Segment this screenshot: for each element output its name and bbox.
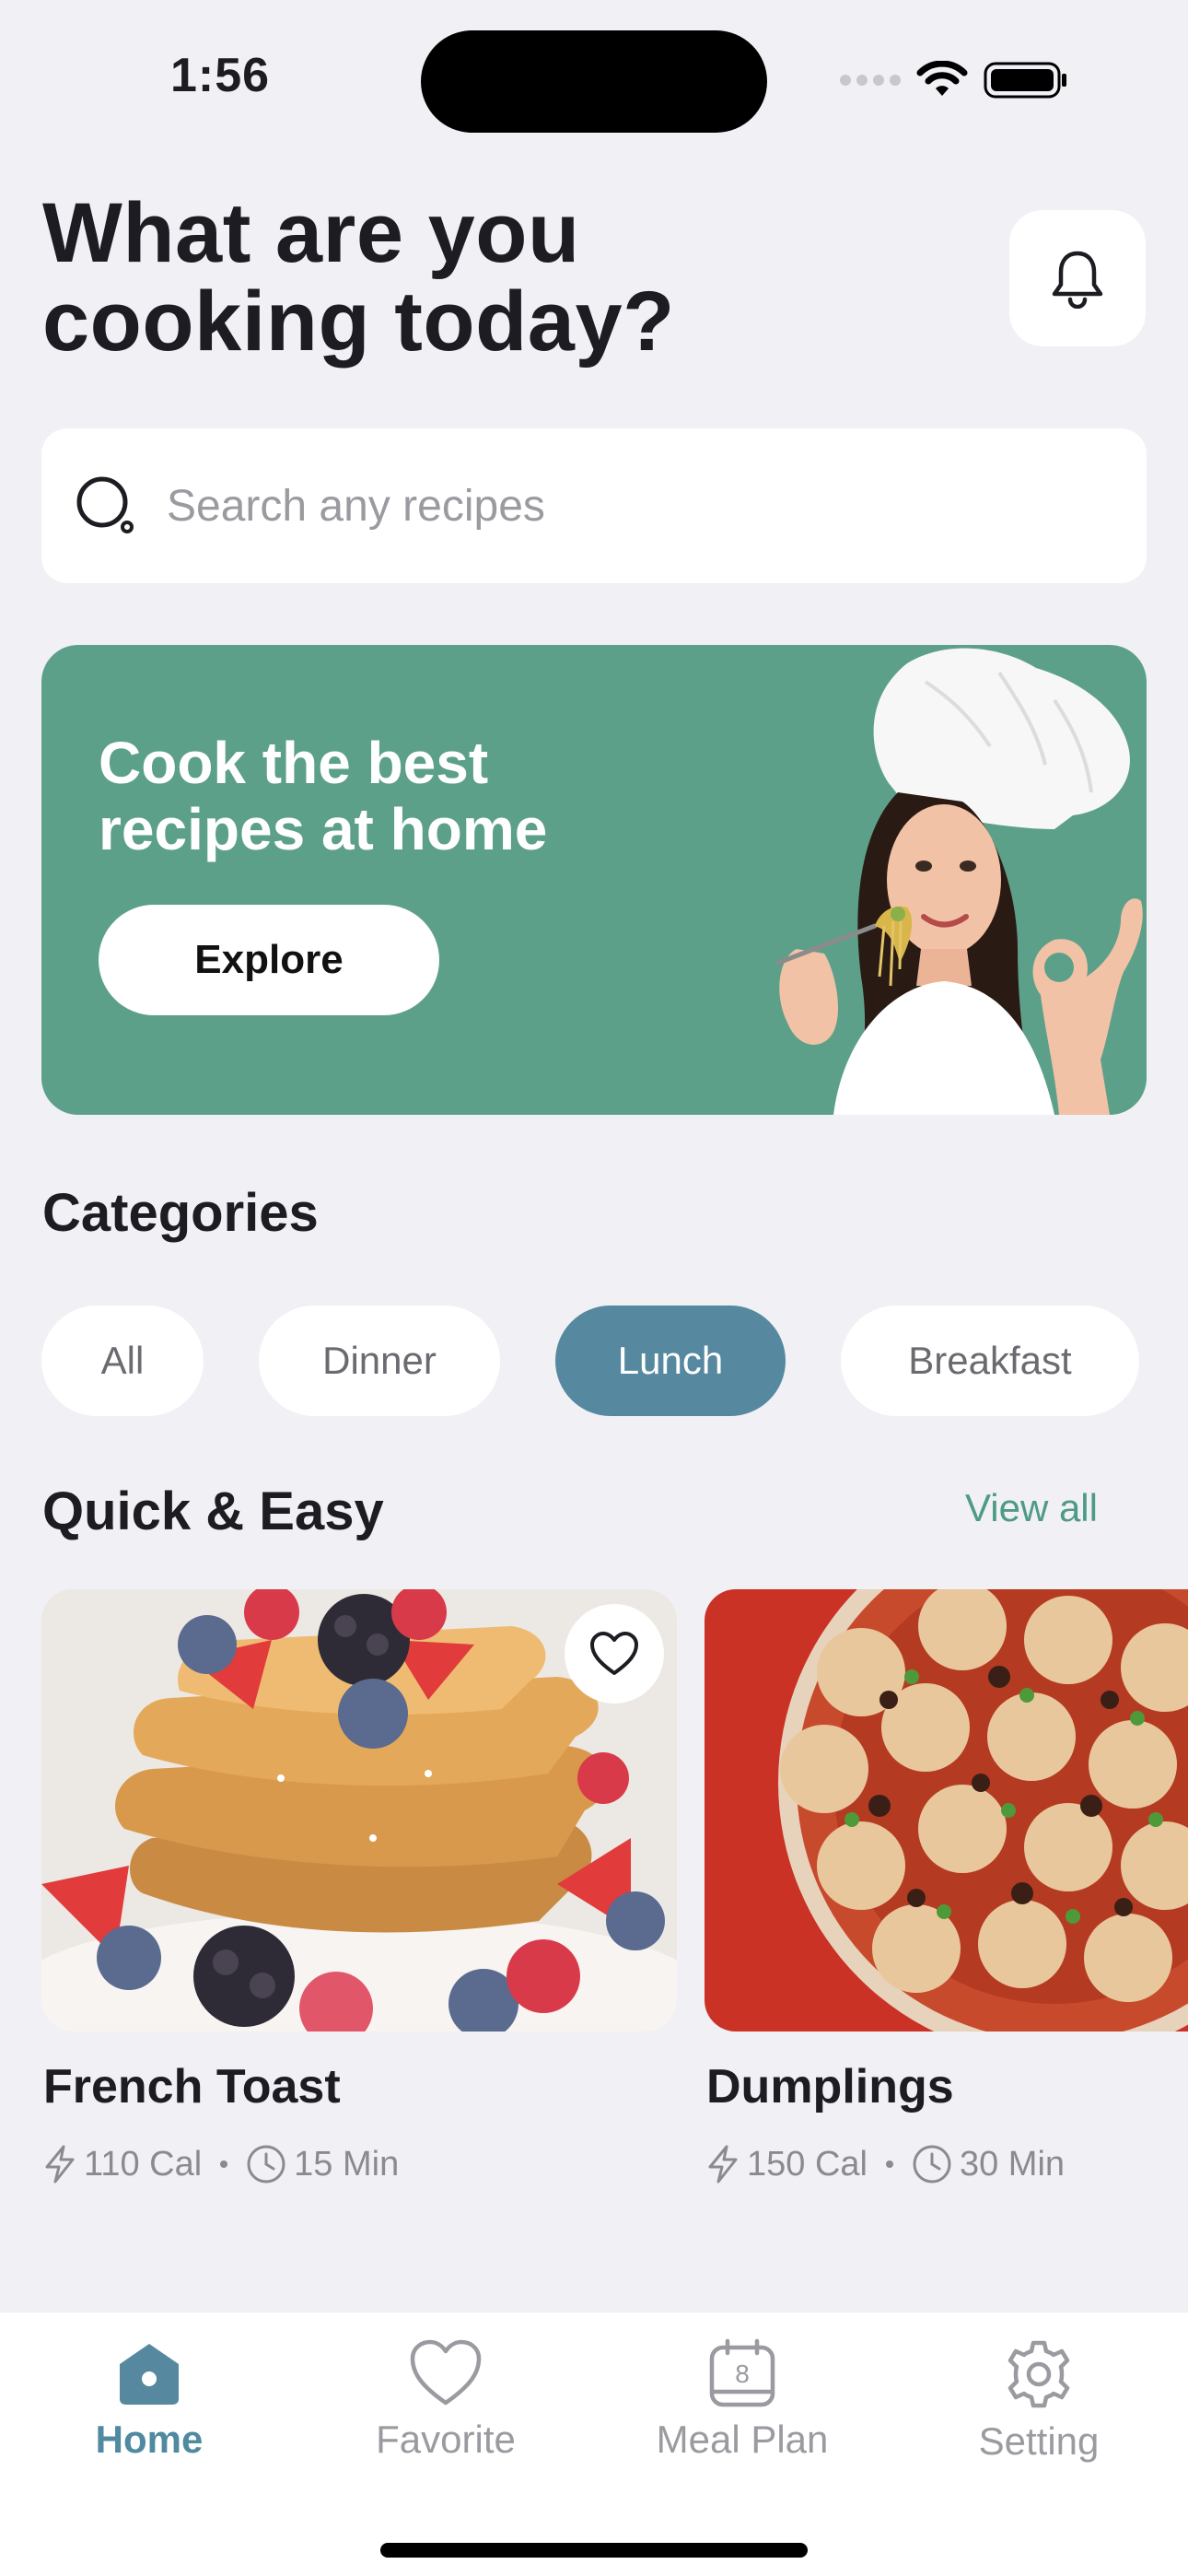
nav-label-home: Home xyxy=(95,2418,204,2461)
clock-icon xyxy=(913,2145,951,2184)
lightning-icon xyxy=(45,2145,75,2184)
recipe-calories: 150 Cal xyxy=(747,2144,868,2184)
recipe-image-french-toast xyxy=(41,1589,677,2032)
cellular-signal-icon xyxy=(840,75,901,86)
promo-banner: Cook the best recipes at home Explore xyxy=(41,645,1147,1115)
status-time: 1:56 xyxy=(170,49,271,102)
recipe-calories: 110 Cal xyxy=(84,2144,203,2184)
bell-icon xyxy=(1052,251,1103,309)
meta-separator xyxy=(885,2160,893,2168)
nav-item-favorite[interactable]: Favorite xyxy=(326,2338,565,2462)
recipe-meta: 150 Cal 30 Min xyxy=(706,2144,1065,2184)
category-chip-dinner[interactable]: Dinner xyxy=(259,1306,500,1416)
categories-heading: Categories xyxy=(42,1183,319,1243)
battery-icon xyxy=(984,62,1066,99)
dumplings-photo xyxy=(705,1589,1188,2032)
nav-item-setting[interactable]: Setting xyxy=(919,2338,1159,2464)
heart-icon xyxy=(590,1632,638,1675)
category-chips: All Dinner Lunch Breakfast xyxy=(41,1306,1139,1416)
recipe-name: Dumplings xyxy=(706,2060,954,2113)
meta-separator xyxy=(220,2160,228,2168)
recipe-card[interactable]: Dumplings 150 Cal 30 Min xyxy=(705,1589,1188,2197)
page-title: What are you cooking today? xyxy=(42,189,871,366)
status-icons xyxy=(840,57,1068,103)
search-input[interactable] xyxy=(167,480,1088,532)
page-title-line1: What are you xyxy=(42,186,580,280)
explore-button[interactable]: Explore xyxy=(99,905,439,1015)
recipe-time: 15 Min xyxy=(294,2144,400,2184)
status-bar: 1:56 xyxy=(0,0,1188,138)
recipe-image-dumplings xyxy=(705,1589,1188,2032)
dynamic-island xyxy=(421,30,767,133)
category-chip-breakfast[interactable]: Breakfast xyxy=(841,1306,1139,1416)
calendar-day-number: 8 xyxy=(735,2359,750,2388)
nav-label-favorite: Favorite xyxy=(376,2418,516,2461)
clock-icon xyxy=(247,2145,285,2184)
nav-label-meal-plan: Meal Plan xyxy=(656,2418,829,2461)
quick-easy-heading: Quick & Easy xyxy=(42,1481,384,1541)
chef-illustration xyxy=(775,648,1143,1115)
category-chip-all[interactable]: All xyxy=(41,1306,204,1416)
home-indicator xyxy=(380,2543,808,2558)
search-icon xyxy=(76,476,134,533)
lightning-icon xyxy=(708,2145,738,2184)
favorite-button[interactable] xyxy=(565,1604,664,1704)
category-chip-lunch[interactable]: Lunch xyxy=(555,1306,786,1416)
recipe-meta: 110 Cal 15 Min xyxy=(43,2144,399,2184)
bottom-nav: Home Favorite 8 Meal Plan Setting xyxy=(0,2313,1188,2576)
nav-item-home[interactable]: Home xyxy=(29,2338,269,2462)
nav-label-setting: Setting xyxy=(978,2419,1100,2463)
heart-icon xyxy=(410,2339,482,2406)
home-icon xyxy=(120,2344,179,2405)
nav-item-meal-plan[interactable]: 8 Meal Plan xyxy=(623,2338,862,2462)
wifi-icon xyxy=(916,61,968,96)
recipe-time: 30 Min xyxy=(959,2144,1066,2184)
view-all-link[interactable]: View all xyxy=(965,1486,1098,1530)
recipe-card[interactable]: French Toast 110 Cal 15 Min xyxy=(41,1589,677,2184)
notifications-button[interactable] xyxy=(1009,210,1146,346)
page-title-line2: cooking today? xyxy=(42,275,675,369)
search-bar[interactable] xyxy=(41,428,1147,583)
recipe-name: French Toast xyxy=(43,2060,341,2113)
gear-icon xyxy=(1007,2340,1070,2408)
calendar-icon: 8 xyxy=(709,2338,775,2407)
